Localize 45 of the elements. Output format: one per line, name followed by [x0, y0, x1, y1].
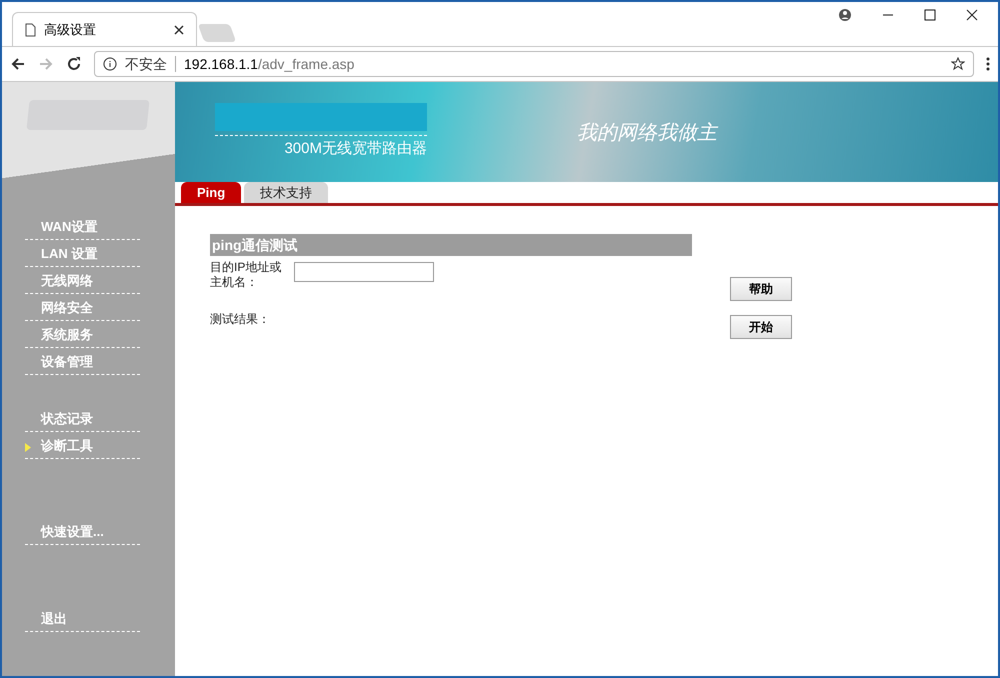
sidebar-item[interactable]: 快速设置... [25, 518, 140, 545]
sidebar-label: 设备管理 [41, 352, 93, 370]
sidebar-item[interactable]: 系统服务 [25, 321, 140, 348]
sidebar-item[interactable]: WAN设置 [25, 213, 140, 240]
info-icon[interactable] [103, 57, 117, 71]
sidebar-label: 诊断工具 [41, 436, 93, 454]
close-icon[interactable] [966, 9, 978, 21]
sidebar-item[interactable]: 网络安全 [25, 294, 140, 321]
url-text: 192.168.1.1/adv_frame.asp [184, 54, 354, 74]
tab-title: 高级设置 [44, 20, 97, 39]
sidebar-label: 网络安全 [41, 298, 93, 316]
sidebar-label: 退出 [41, 610, 67, 628]
result-label: 测试结果： [210, 311, 271, 328]
sidebar-label: WAN设置 [41, 218, 98, 236]
sidebar-item[interactable]: 退出 [25, 605, 140, 632]
sidebar-item[interactable]: 状态记录 [25, 405, 140, 432]
product-name: 300M无线宽带路由器 [284, 139, 427, 160]
sidebar-label: 系统服务 [41, 326, 93, 344]
browser-tab[interactable]: 高级设置 [12, 12, 197, 46]
sidebar-item[interactable]: LAN 设置 [25, 240, 140, 267]
sidebar-label: 状态记录 [41, 410, 93, 428]
security-label: 不安全 [125, 54, 167, 74]
page-icon [25, 22, 36, 36]
help-button[interactable]: 帮助 [730, 277, 792, 301]
close-icon[interactable] [174, 24, 184, 34]
star-icon[interactable] [951, 57, 965, 71]
reload-icon[interactable] [66, 56, 82, 72]
sidebar-label: 快速设置... [41, 522, 104, 540]
back-icon[interactable] [10, 56, 26, 72]
sidebar-item[interactable]: 无线网络 [25, 267, 140, 294]
host-label: 目的IP地址或主机名： [210, 260, 282, 290]
address-bar[interactable]: 不安全 192.168.1.1/adv_frame.asp [94, 51, 974, 77]
tab[interactable]: Ping [181, 182, 242, 203]
start-button[interactable]: 开始 [730, 315, 792, 339]
maximize-icon[interactable] [924, 9, 936, 21]
account-icon[interactable] [838, 8, 852, 22]
sidebar-label: LAN 设置 [41, 244, 98, 262]
sidebar-item[interactable]: 诊断工具 [25, 432, 140, 459]
tab[interactable]: 技术支持 [244, 182, 328, 203]
slogan: 我的网络我做主 [577, 119, 717, 146]
section-header: ping通信测试 [210, 234, 692, 256]
sidebar-item[interactable]: 设备管理 [25, 348, 140, 375]
menu-icon[interactable] [986, 57, 990, 71]
sidebar-label: 无线网络 [41, 272, 93, 290]
host-input[interactable] [294, 262, 434, 282]
